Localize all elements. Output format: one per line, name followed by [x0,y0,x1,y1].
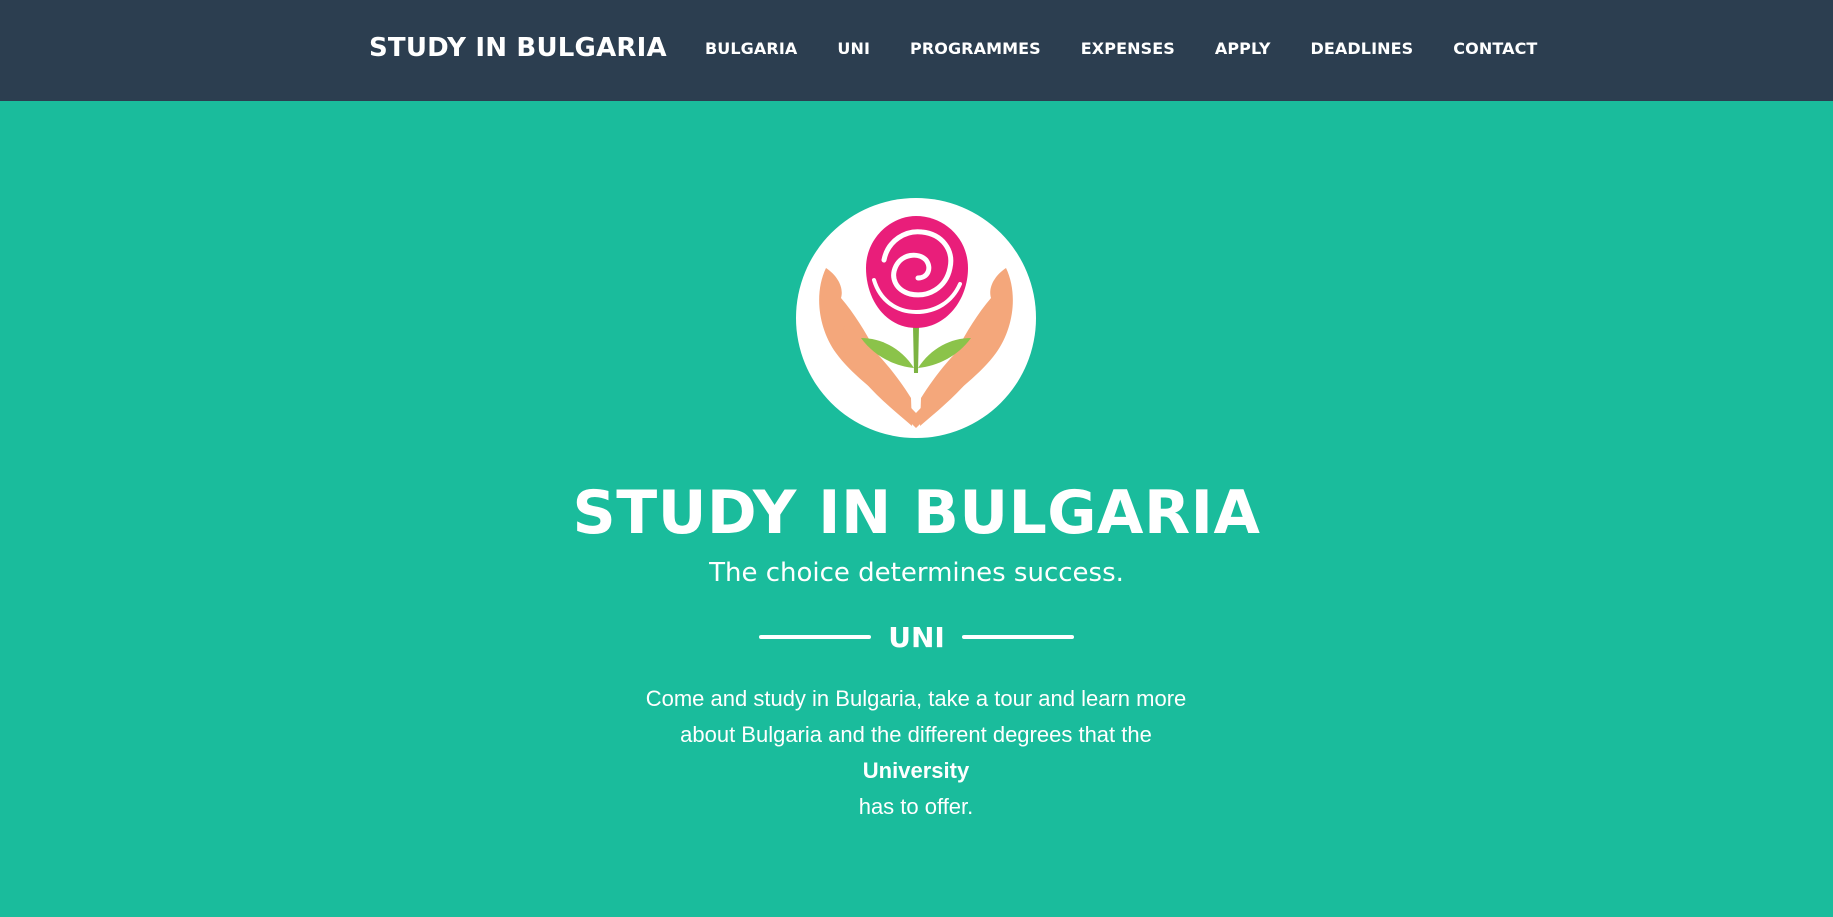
nav-link-deadlines[interactable]: DEADLINES [1311,39,1414,58]
rose-logo-icon [819,216,1013,428]
nav-link-expenses[interactable]: EXPENSES [1081,39,1175,58]
nav-link-programmes[interactable]: PROGRAMMES [910,39,1041,58]
section-divider: UNI [0,614,1833,660]
hero-description: Come and study in Bulgaria, take a tour … [616,681,1216,825]
nav-menu: BULGARIA UNI PROGRAMMES EXPENSES APPLY D… [705,39,1537,59]
rose-in-hands-logo [796,198,1036,438]
nav-item-expenses: EXPENSES [1081,39,1175,59]
nav-item-apply: APPLY [1215,39,1271,59]
hero-description-bold: University [862,758,970,783]
nav-item-contact: CONTACT [1453,39,1537,59]
hero-subtitle: The choice determines success. [709,558,1124,588]
hero-title: STUDY IN BULGARIA [572,478,1261,548]
nav-link-uni[interactable]: UNI [837,39,870,58]
hero-description-line2: has to offer. [858,794,974,819]
nav-link-apply[interactable]: APPLY [1215,39,1271,58]
divider-line-right [961,635,1074,639]
divider-label: UNI [888,620,945,654]
nav-item-bulgaria: BULGARIA [705,39,797,59]
nav-item-deadlines: DEADLINES [1311,39,1414,59]
nav-item-uni: UNI [837,39,870,59]
brand-link[interactable]: STUDY IN BULGARIA [369,33,667,63]
nav-item-programmes: PROGRAMMES [910,39,1041,59]
divider-line-left [759,635,872,639]
hero-description-line1: Come and study in Bulgaria, take a tour … [645,686,1187,747]
nav-link-bulgaria[interactable]: BULGARIA [705,39,797,58]
nav-link-contact[interactable]: CONTACT [1453,39,1537,58]
top-navbar: STUDY IN BULGARIA BULGARIA UNI PROGRAMME… [0,0,1833,101]
